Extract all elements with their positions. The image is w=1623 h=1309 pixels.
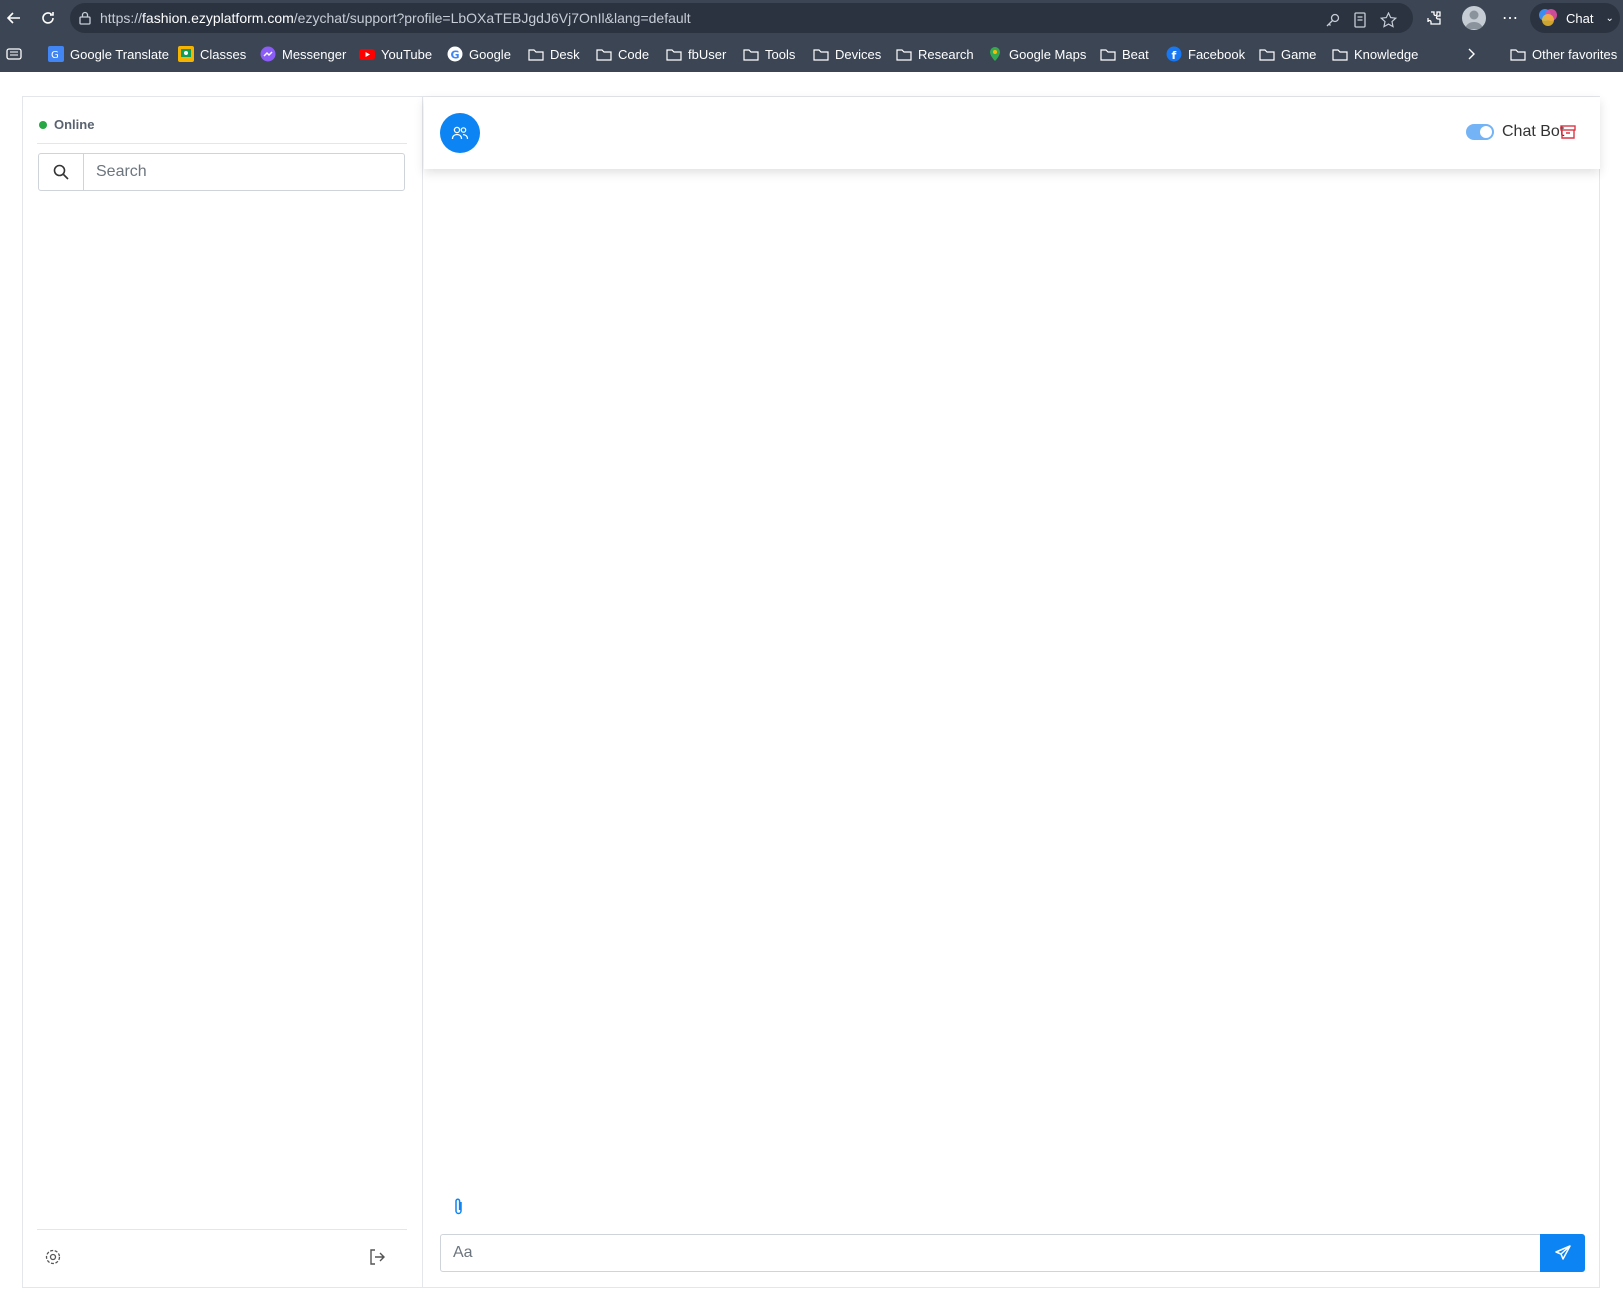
refresh-icon[interactable]: [36, 6, 60, 30]
profile-avatar-icon[interactable]: [1462, 6, 1486, 30]
bookmark-knowledge[interactable]: Knowledge: [1332, 44, 1418, 64]
chat-app: Online Chat Bot: [22, 96, 1600, 1288]
chevron-down-icon: ⌄: [1605, 12, 1614, 24]
bookmark-google-maps[interactable]: Google Maps: [987, 44, 1086, 64]
bookmark-facebook[interactable]: f Facebook: [1166, 44, 1245, 64]
youtube-icon: [359, 46, 375, 62]
svg-text:f: f: [1172, 49, 1177, 62]
bookmark-tools[interactable]: Tools: [743, 44, 795, 64]
divider: [37, 1229, 407, 1230]
bookmark-fbuser[interactable]: fbUser: [666, 44, 726, 64]
bookmark-code[interactable]: Code: [596, 44, 649, 64]
bookmark-google[interactable]: G Google: [447, 44, 511, 64]
send-icon: [1554, 1245, 1571, 1260]
search-group: [38, 153, 405, 191]
bookmark-beat[interactable]: Beat: [1100, 44, 1149, 64]
search-icon[interactable]: [39, 154, 84, 190]
online-status: Online: [39, 117, 94, 132]
url-text: https://fashion.ezyplatform.com/ezychat/…: [100, 10, 691, 26]
folder-icon: [896, 46, 912, 62]
bookmark-other-favorites[interactable]: Other favorites: [1510, 44, 1617, 64]
messenger-icon: [260, 46, 276, 62]
toggle-switch[interactable]: [1466, 124, 1494, 140]
bookmark-google-translate[interactable]: G Google Translate: [48, 44, 169, 64]
chat-header: Chat Bot: [424, 97, 1600, 169]
folder-icon: [596, 46, 612, 62]
google-icon: G: [447, 46, 463, 62]
google-translate-icon: G: [48, 46, 64, 62]
archive-icon[interactable]: [1559, 123, 1577, 141]
folder-icon: [813, 46, 829, 62]
more-options-icon[interactable]: ⋯: [1498, 6, 1522, 30]
reading-mode-icon[interactable]: [1353, 12, 1367, 33]
folder-icon: [666, 46, 682, 62]
lock-icon: [78, 10, 92, 31]
bookmark-devices[interactable]: Devices: [813, 44, 881, 64]
folder-icon: [743, 46, 759, 62]
chat-label: Chat: [1566, 10, 1594, 26]
address-bar[interactable]: https://fashion.ezyplatform.com/ezychat/…: [70, 3, 1413, 33]
status-label: Online: [54, 117, 95, 132]
svg-text:G: G: [51, 50, 59, 61]
message-list: [424, 169, 1600, 1179]
chat-bot-label: Chat Bot: [1502, 123, 1565, 140]
browser-toolbar: https://fashion.ezyplatform.com/ezychat/…: [0, 0, 1623, 72]
users-group-icon[interactable]: [440, 113, 480, 153]
svg-text:G: G: [451, 49, 460, 62]
favorite-star-icon[interactable]: [1379, 11, 1398, 33]
bookmark-youtube[interactable]: YouTube: [359, 44, 432, 64]
chat-main: Chat Bot: [424, 97, 1600, 1287]
back-icon[interactable]: [2, 6, 26, 30]
tab-actions-icon[interactable]: [6, 44, 22, 64]
copilot-chat-button[interactable]: Chat ⌄: [1530, 3, 1620, 33]
settings-gear-icon[interactable]: [41, 1245, 65, 1269]
message-composer: [440, 1234, 1585, 1272]
paperclip-icon[interactable]: [452, 1197, 468, 1217]
folder-icon: [1510, 46, 1526, 62]
copilot-icon: [1538, 7, 1558, 30]
address-row: https://fashion.ezyplatform.com/ezychat/…: [0, 0, 1623, 36]
bookmark-messenger[interactable]: Messenger: [260, 44, 346, 64]
status-dot: [39, 120, 47, 129]
bookmark-game[interactable]: Game: [1259, 44, 1316, 64]
folder-icon: [1259, 46, 1275, 62]
bookmark-research[interactable]: Research: [896, 44, 974, 64]
logout-icon[interactable]: [365, 1245, 389, 1269]
facebook-icon: f: [1166, 46, 1182, 62]
bookmarks-bar: G Google Translate Classes Messenger You…: [0, 40, 1623, 68]
bookmark-classes[interactable]: Classes: [178, 44, 246, 64]
sidebar: Online: [23, 97, 423, 1287]
send-button[interactable]: [1540, 1234, 1585, 1272]
extensions-icon[interactable]: [1422, 6, 1446, 30]
divider: [37, 143, 407, 144]
bookmark-desk[interactable]: Desk: [528, 44, 580, 64]
message-input[interactable]: [440, 1234, 1540, 1272]
classroom-icon: [178, 46, 194, 62]
search-input[interactable]: [84, 154, 404, 190]
google-maps-icon: [987, 46, 1003, 62]
chevron-right-icon[interactable]: [1467, 44, 1477, 64]
folder-icon: [528, 46, 544, 62]
folder-icon: [1100, 46, 1116, 62]
folder-icon: [1332, 46, 1348, 62]
key-icon[interactable]: [1325, 12, 1341, 33]
chat-bot-toggle[interactable]: Chat Bot: [1466, 123, 1564, 141]
